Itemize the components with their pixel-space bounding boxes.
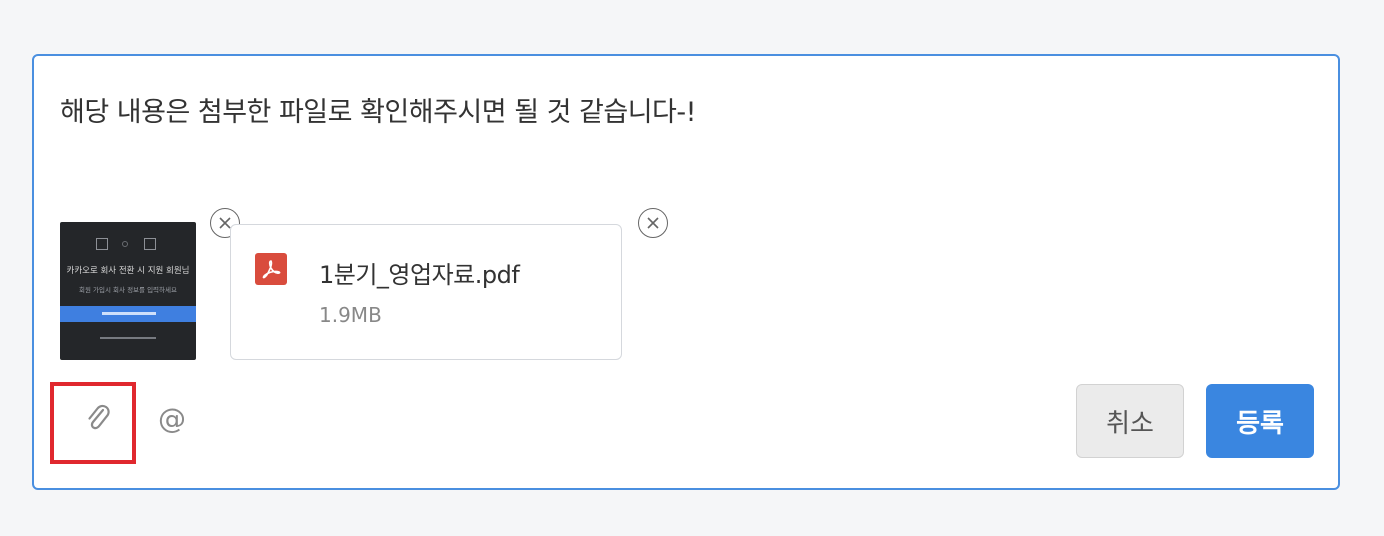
file-name: 1분기_영업자료.pdf	[319, 261, 520, 289]
submit-button[interactable]: 등록	[1206, 384, 1314, 458]
thumbnail-footer	[60, 334, 196, 342]
remove-file-button[interactable]	[638, 208, 668, 238]
image-attachment-thumbnail[interactable]: 카카오로 회사 전환 시 지원 회원님 회원 가입시 회사 정보를 입력하세요	[60, 222, 196, 360]
thumbnail-icons	[60, 238, 196, 252]
mention-button[interactable]: @	[152, 398, 192, 438]
attachment-list: 카카오로 회사 전환 시 지원 회원님 회원 가입시 회사 정보를 입력하세요 …	[60, 208, 668, 362]
file-size: 1.9MB	[319, 303, 382, 327]
thumbnail-subtitle: 회원 가입시 회사 정보를 입력하세요	[79, 286, 177, 294]
close-icon	[647, 217, 659, 229]
attach-highlight-box	[50, 382, 136, 464]
cancel-button[interactable]: 취소	[1076, 384, 1184, 458]
pdf-icon	[255, 253, 287, 285]
thumbnail-title: 카카오로 회사 전환 시 지원 회원님	[66, 266, 190, 276]
comment-composer[interactable]: 해당 내용은 첨부한 파일로 확인해주시면 될 것 같습니다-! 카카오로 회사…	[32, 54, 1340, 490]
file-attachment-card[interactable]: 1분기_영업자료.pdf 1.9MB	[230, 224, 622, 360]
thumbnail-button	[60, 306, 196, 322]
comment-text[interactable]: 해당 내용은 첨부한 파일로 확인해주시면 될 것 같습니다-!	[60, 90, 696, 129]
